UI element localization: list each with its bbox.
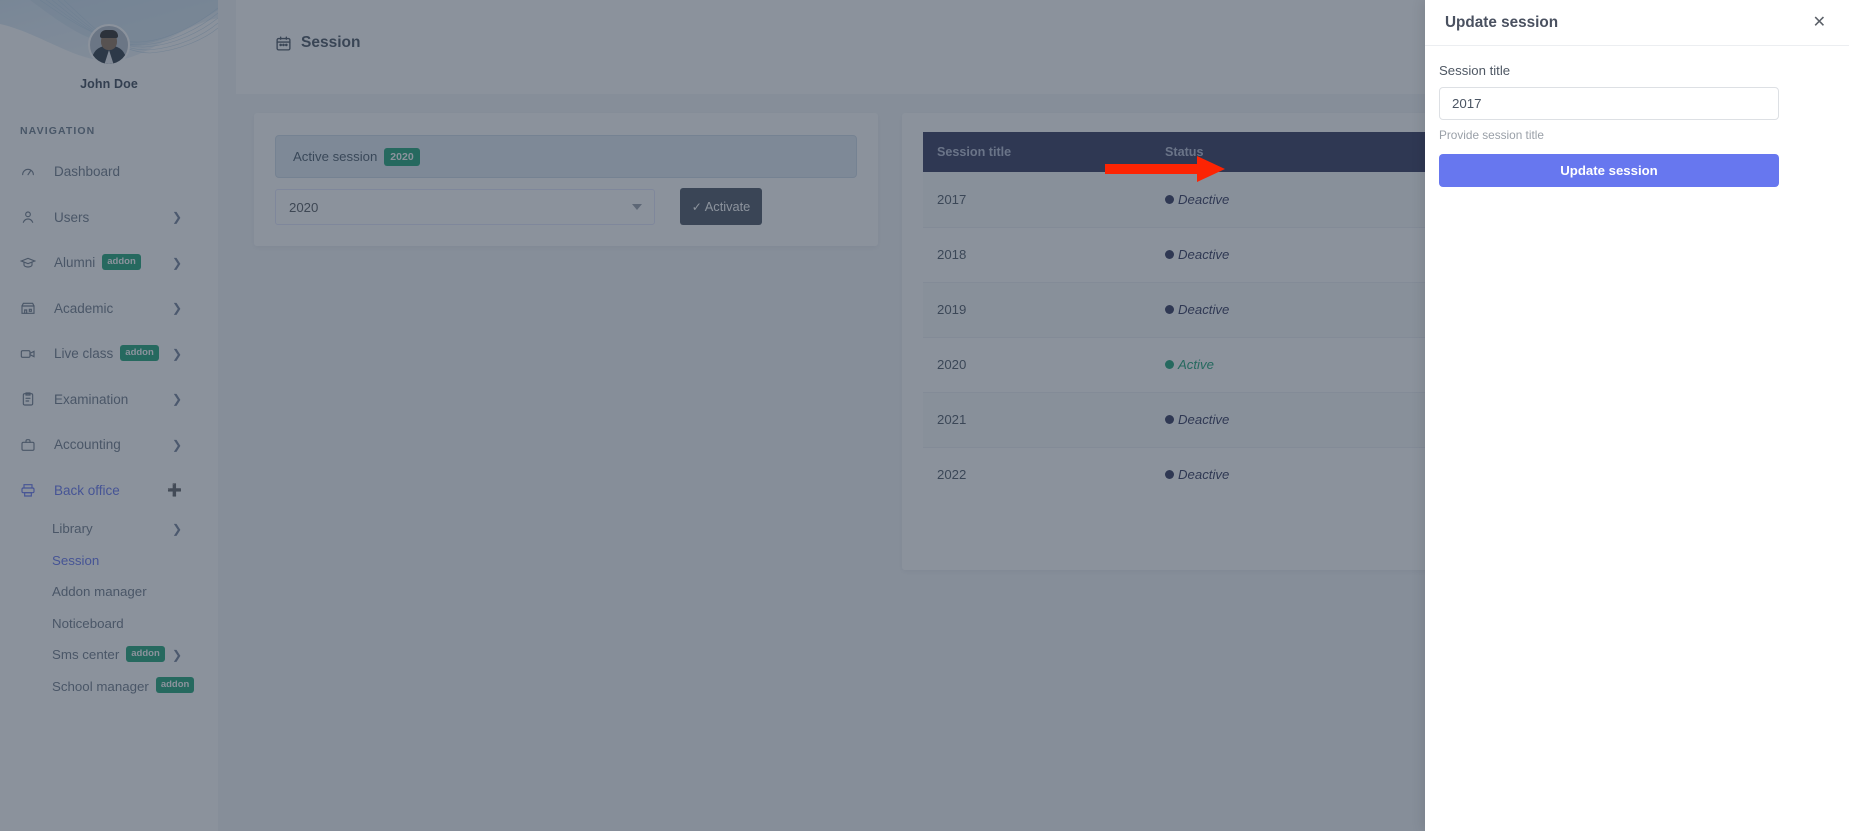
update-session-panel: Update session ✕ Session title Provide s… xyxy=(1425,0,1849,831)
sidebar-item-academic[interactable]: Academic ❯ xyxy=(0,286,218,332)
sidebar-item-noticeboard[interactable]: Noticeboard xyxy=(0,608,218,640)
sidebar-item-label: Noticeboard xyxy=(52,615,124,631)
chevron-down-icon xyxy=(632,204,642,210)
briefcase-icon xyxy=(20,437,42,453)
sidebar-item-label: Users xyxy=(54,209,90,225)
sidebar-item-library[interactable]: Library ❯ xyxy=(0,513,218,545)
sidebar-item-label: School manager xyxy=(52,678,149,694)
activate-button[interactable]: ✓ Activate xyxy=(680,188,762,225)
addon-badge: addon xyxy=(126,645,165,662)
sidebar-item-session[interactable]: Session xyxy=(0,545,218,577)
active-session-text: Active session xyxy=(293,149,378,164)
session-select-value: 2020 xyxy=(289,199,319,215)
speedometer-icon xyxy=(20,164,42,180)
chevron-right-icon: ❯ xyxy=(171,255,182,270)
cell-session-title: 2018 xyxy=(923,226,1151,282)
sidebar-item-label: Addon manager xyxy=(52,584,147,600)
cell-session-title: 2020 xyxy=(923,336,1151,392)
session-title-input[interactable] xyxy=(1439,87,1779,120)
active-session-card: Active session 2020 2020 ✓ Activate xyxy=(254,113,878,246)
sidebar-item-label: Session xyxy=(52,552,100,568)
status-dot-icon xyxy=(1165,470,1174,480)
status-text: Active xyxy=(1178,357,1214,372)
status-dot-icon xyxy=(1165,250,1174,259)
sidebar-item-school-manager[interactable]: School manager addon xyxy=(0,671,218,703)
graduation-cap-icon xyxy=(20,255,42,271)
session-title-help: Provide session title xyxy=(1439,128,1544,142)
sidebar-item-dashboard[interactable]: Dashboard xyxy=(0,149,218,195)
status-text: Deactive xyxy=(1178,302,1230,317)
sidebar-item-alumni[interactable]: Alumni addon ❯ xyxy=(0,240,218,286)
printer-icon xyxy=(20,482,42,498)
column-header-session-title[interactable]: Session title xyxy=(923,132,1151,172)
clipboard-icon xyxy=(20,391,42,407)
avatar xyxy=(88,24,130,66)
sidebar-item-users[interactable]: Users ❯ xyxy=(0,195,218,241)
sidebar-profile[interactable]: John Doe xyxy=(0,0,218,91)
chevron-right-icon: ❯ xyxy=(171,521,182,536)
sidebar-item-label: Library xyxy=(52,521,93,537)
sidebar-item-label: Accounting xyxy=(54,437,121,453)
status-text: Deactive xyxy=(1178,412,1230,427)
status-dot-icon xyxy=(1165,305,1174,314)
page-title: Session xyxy=(275,34,360,52)
session-select[interactable]: 2020 xyxy=(275,189,655,225)
chevron-right-icon: ❯ xyxy=(171,210,182,225)
building-icon xyxy=(20,300,42,316)
panel-title: Update session xyxy=(1445,13,1559,31)
sidebar: John Doe NAVIGATION Dashboard Users ❯ Al… xyxy=(0,0,218,831)
status-text: Deactive xyxy=(1178,191,1230,207)
status-text: Deactive xyxy=(1178,247,1230,262)
sidebar-submenu-back-office: Library ❯ Session Addon manager Noticebo… xyxy=(0,513,218,702)
status-dot-icon xyxy=(1165,194,1174,204)
cell-session-title: 2017 xyxy=(923,172,1151,227)
chevron-right-icon: ❯ xyxy=(171,647,182,662)
user-icon xyxy=(20,209,42,225)
active-session-badge: 2020 xyxy=(384,147,420,166)
sidebar-item-label: Live class xyxy=(54,346,114,362)
chevron-right-icon: ❯ xyxy=(171,346,182,361)
close-icon[interactable]: ✕ xyxy=(1807,14,1832,32)
panel-body: Session title Provide session title Upda… xyxy=(1425,46,1849,187)
sidebar-item-label: Examination xyxy=(54,391,129,407)
session-title-label: Session title xyxy=(1439,63,1511,78)
status-dot-icon xyxy=(1165,360,1174,369)
status-dot-icon xyxy=(1165,415,1174,424)
addon-badge: addon xyxy=(102,253,141,270)
sidebar-item-label: Dashboard xyxy=(54,164,121,180)
sidebar-item-back-office[interactable]: Back office ➕ xyxy=(0,468,218,514)
addon-badge: addon xyxy=(155,677,195,694)
sidebar-item-addon-manager[interactable]: Addon manager xyxy=(0,576,218,608)
sidebar-item-label: Back office xyxy=(54,482,120,498)
panel-header: Update session ✕ xyxy=(1425,0,1849,46)
active-session-alert: Active session 2020 xyxy=(275,135,857,178)
cell-session-title: 2019 xyxy=(923,281,1151,337)
addon-badge: addon xyxy=(120,344,159,361)
cell-session-title: 2021 xyxy=(923,391,1151,447)
sidebar-item-live-class[interactable]: Live class addon ❯ xyxy=(0,331,218,377)
sidebar-item-accounting[interactable]: Accounting ❯ xyxy=(0,422,218,468)
sidebar-item-label: Alumni xyxy=(54,255,96,271)
sidebar-item-label: Sms center xyxy=(52,647,120,663)
check-icon: ✓ xyxy=(691,199,702,214)
chevron-right-icon: ❯ xyxy=(171,392,182,407)
nav-section-label: NAVIGATION xyxy=(20,125,96,137)
page-title-text: Session xyxy=(301,34,361,51)
sidebar-item-examination[interactable]: Examination ❯ xyxy=(0,377,218,423)
chevron-down-icon: ➕ xyxy=(167,483,182,498)
calendar-icon xyxy=(275,35,292,52)
sidebar-nav: Dashboard Users ❯ Alumni addon ❯ Academi… xyxy=(0,149,218,702)
update-session-button[interactable]: Update session xyxy=(1439,154,1779,187)
profile-name: John Doe xyxy=(80,77,138,91)
chevron-right-icon: ❯ xyxy=(171,301,182,316)
activate-button-label: Activate xyxy=(704,199,751,214)
app-root: John Doe NAVIGATION Dashboard Users ❯ Al… xyxy=(0,0,1849,831)
status-text: Deactive xyxy=(1178,467,1230,483)
sidebar-item-label: Academic xyxy=(54,300,114,316)
video-camera-icon xyxy=(20,346,42,362)
sidebar-item-sms-center[interactable]: Sms center addon ❯ xyxy=(0,639,218,671)
chevron-right-icon: ❯ xyxy=(171,437,182,452)
cell-session-title: 2022 xyxy=(923,446,1151,502)
